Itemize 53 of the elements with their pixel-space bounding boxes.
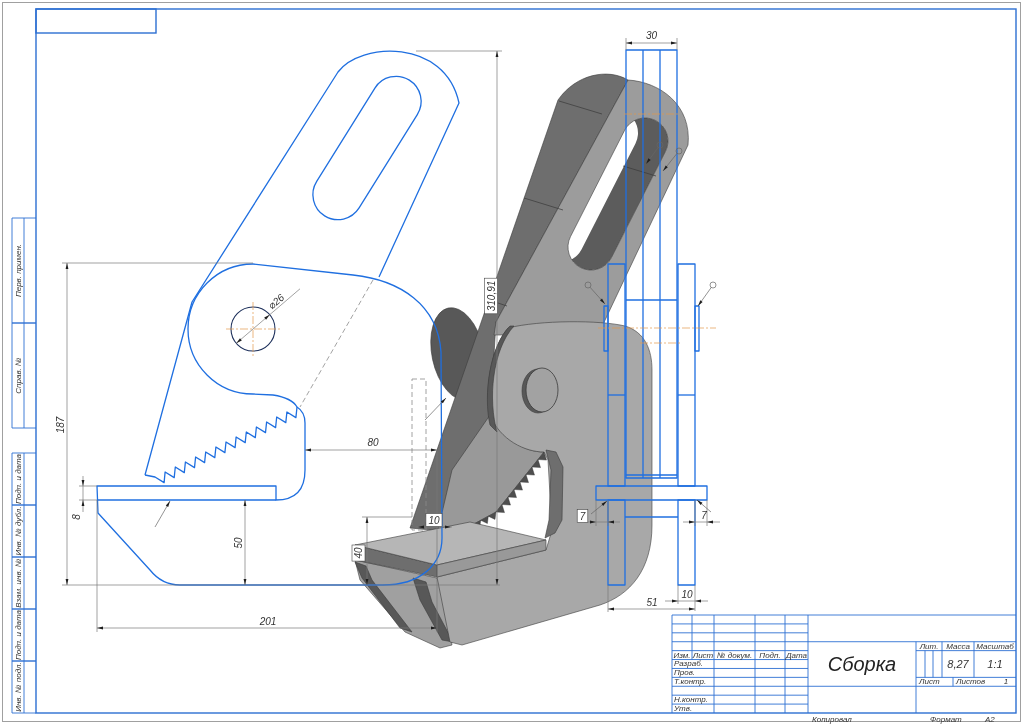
leader-line	[696, 499, 712, 513]
column-header: Изм.	[673, 650, 691, 660]
scale-value: 1:1	[987, 658, 1003, 670]
signature-role-label: Пров.	[674, 668, 696, 678]
dimension-line	[625, 37, 678, 51]
format-value: A2	[985, 715, 995, 724]
column-header: Лист	[692, 650, 714, 660]
signature-role-label: Утв.	[674, 704, 693, 713]
dimension-value: 10	[425, 513, 443, 527]
leader-line	[154, 500, 171, 528]
dimension-value: ⌀26	[266, 291, 287, 312]
dimension-line	[682, 499, 721, 527]
dimension-value: 80	[367, 437, 379, 448]
sheets-count: 1	[1003, 677, 1009, 687]
dimension-value: 310,91	[484, 277, 498, 315]
stamp-label: Взам. инв. №	[14, 558, 23, 608]
document-title: Сборка	[827, 653, 897, 675]
mass-value: 8,27	[947, 658, 969, 670]
stamp-label: Инв. № дубл.	[14, 506, 23, 556]
dimension-value: 51	[646, 597, 658, 608]
leader-line	[590, 500, 608, 515]
dimension-value: 8	[71, 514, 82, 520]
stamp-label: Подп. и дата	[14, 453, 23, 505]
column-header: № докум.	[716, 650, 753, 660]
signature-role-label: Разраб.	[674, 659, 703, 669]
stamp-label: Инв. № подл.	[14, 662, 23, 712]
signature-role-label: Н.контр.	[674, 695, 708, 705]
signature-role-label: Т.контр.	[674, 677, 707, 687]
sheet-label: Лист	[919, 677, 940, 687]
dimension-value: 201	[259, 616, 277, 627]
dimension-value: 30	[645, 30, 658, 41]
leader-line	[662, 147, 683, 172]
format-label: Формат	[930, 715, 962, 724]
leader-line	[645, 141, 664, 165]
dimension-value: 7	[576, 509, 589, 523]
leader-line	[584, 281, 606, 305]
leader-line	[424, 397, 447, 421]
lit-label: Лит.	[919, 641, 939, 651]
column-header: Подп.	[759, 650, 781, 660]
dimension-value: 187	[55, 416, 66, 434]
dimension-value: 7	[701, 510, 707, 521]
dimension-value: 50	[233, 537, 244, 549]
mass-label: Масса	[946, 641, 970, 651]
scale-label: Масштаб	[976, 641, 1014, 651]
dimension-value: 40	[351, 544, 366, 562]
column-header: Дата	[785, 650, 808, 660]
dimension-value: 10	[681, 589, 693, 600]
copied-by-label: Копировал	[812, 715, 852, 724]
stamp-label: Справ. №	[14, 357, 23, 394]
stamp-label: Подп. и дата	[14, 609, 23, 661]
stamp-label: Перв. примен.	[14, 243, 23, 298]
leader-line	[697, 281, 717, 307]
sheets-label: Листов	[956, 677, 986, 687]
